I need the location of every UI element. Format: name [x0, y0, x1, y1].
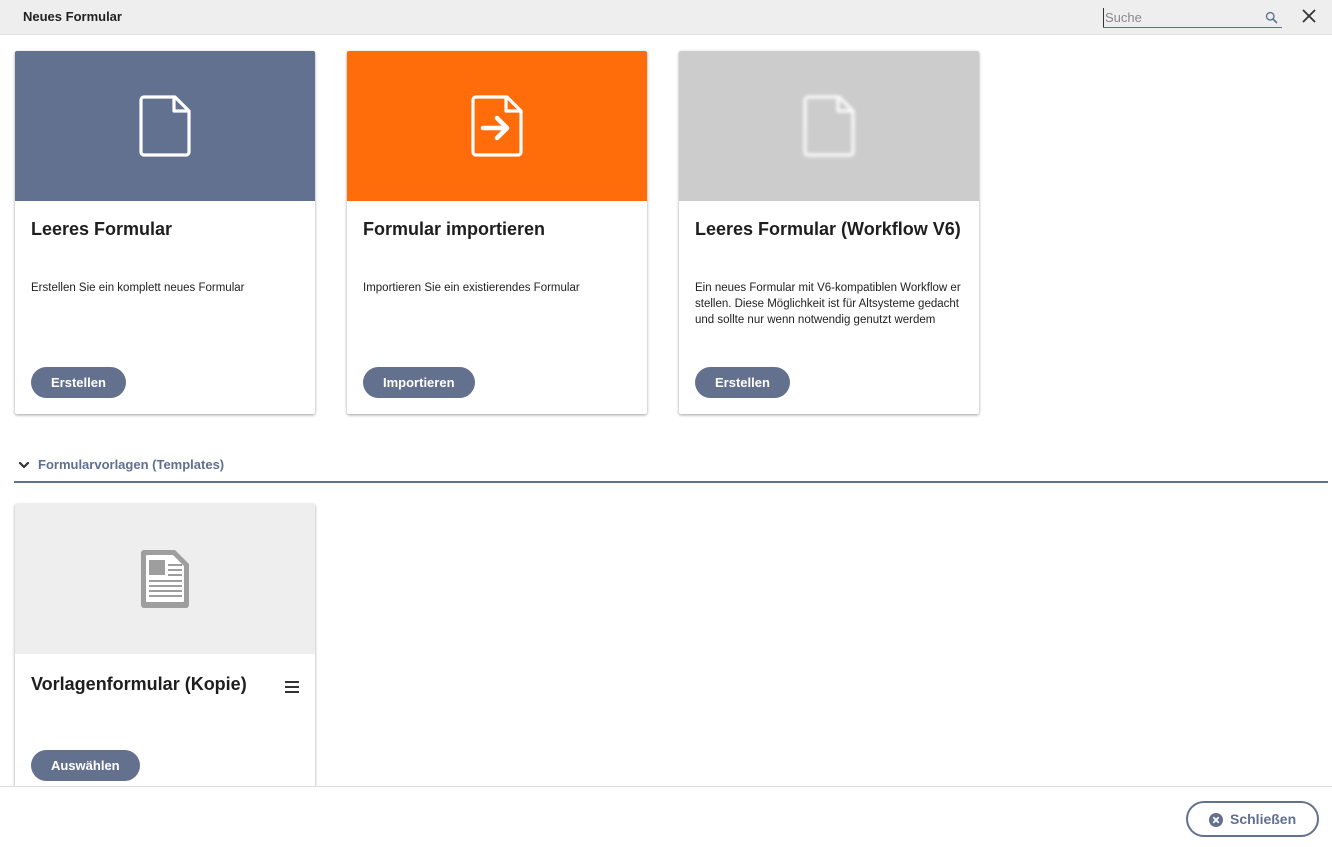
import-button[interactable]: Importieren: [363, 367, 475, 398]
blank-document-icon: [803, 95, 855, 157]
card-description: Importieren Sie ein existierendes Formul…: [363, 282, 580, 294]
card-hero: [15, 51, 315, 201]
card-hero: [15, 504, 315, 654]
card-hero: [679, 51, 979, 201]
templates-section-label: Formularvorlagen (Templates): [38, 457, 225, 472]
template-card: Vorlagenformular (Kopie) Auswählen: [15, 504, 315, 804]
dialog-header: Neues Formular: [0, 0, 1332, 35]
templates-section-header[interactable]: Formularvorlagen (Templates): [14, 455, 1328, 483]
select-button[interactable]: Auswählen: [31, 750, 140, 781]
menu-icon[interactable]: [285, 681, 299, 693]
chevron-down-icon[interactable]: [18, 459, 30, 471]
search-icon[interactable]: [1264, 10, 1279, 25]
dialog-footer: Schließen: [0, 786, 1332, 847]
template-title: Vorlagenformular (Kopie): [31, 674, 247, 694]
template-document-icon: [141, 550, 189, 608]
card-description: Ein neues Formular mit V6-kompatiblen Wo…: [695, 282, 961, 326]
close-circle-icon: [1209, 813, 1223, 827]
close-button[interactable]: Schließen: [1186, 801, 1319, 837]
search-input[interactable]: [1103, 8, 1258, 27]
card-import-form: Formular importieren Importieren Sie ein…: [347, 51, 647, 414]
create-button[interactable]: Erstellen: [695, 367, 790, 398]
card-title: Leeres Formular: [31, 219, 173, 239]
card-blank-form: Leeres Formular Erstellen Sie ein komple…: [15, 51, 315, 414]
card-title: Leeres Formular (Workflow V6): [695, 219, 961, 239]
card-description: Erstellen Sie ein komplett neues Formula…: [31, 282, 245, 294]
import-document-icon: [471, 95, 523, 157]
blank-document-icon: [139, 95, 191, 157]
card-title: Formular importieren: [363, 219, 546, 239]
search-box: [1103, 8, 1282, 28]
close-icon[interactable]: [1301, 8, 1317, 24]
card-hero: [347, 51, 647, 201]
card-blank-form-v6: Leeres Formular (Workflow V6) Ein neues …: [679, 51, 979, 414]
create-button[interactable]: Erstellen: [31, 367, 126, 398]
close-button-label: Schließen: [1230, 811, 1297, 827]
dialog-title: Neues Formular: [23, 9, 122, 24]
